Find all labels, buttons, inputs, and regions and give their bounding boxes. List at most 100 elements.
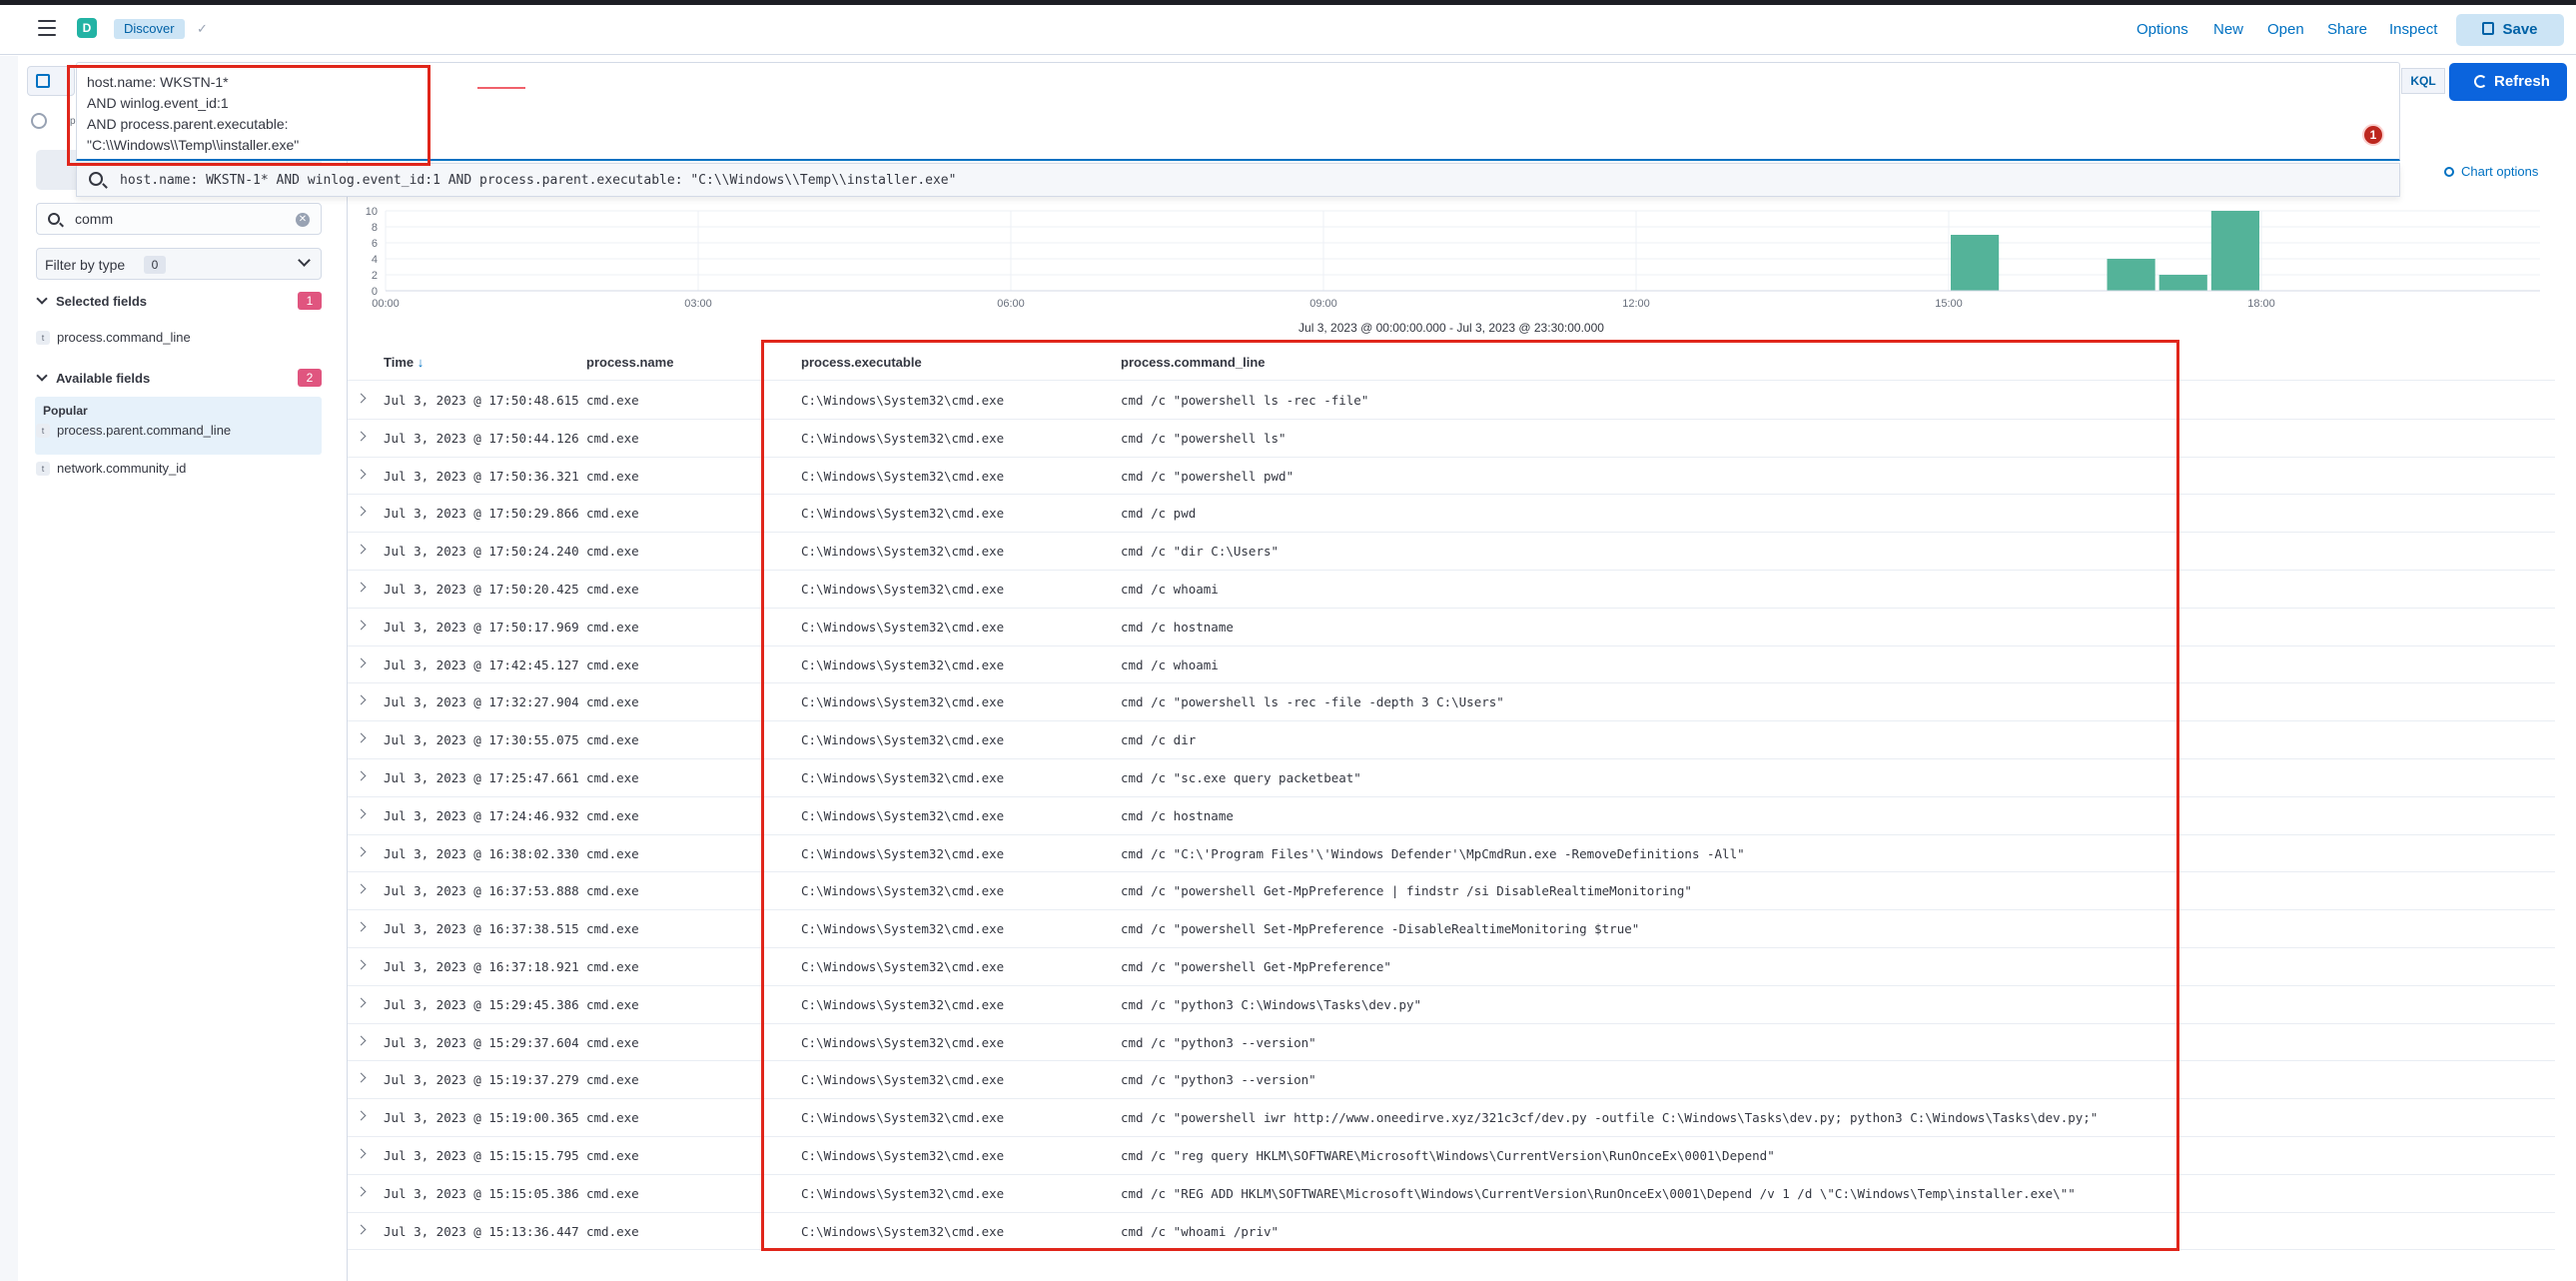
row-divider <box>348 720 2555 722</box>
expand-row-icon[interactable] <box>356 694 367 705</box>
cell-process-name: cmd.exe <box>586 1223 639 1239</box>
save-button[interactable]: Save <box>2456 14 2564 46</box>
selected-fields-header[interactable]: Selected fields <box>36 293 147 309</box>
x-tick-label: 06:00 <box>997 298 1025 310</box>
expand-row-icon[interactable] <box>356 959 367 970</box>
save-label: Save <box>2502 21 2538 38</box>
expand-row-icon[interactable] <box>356 1035 367 1046</box>
header-bar: D Discover ✓ Options New Open Share Insp… <box>0 5 2576 55</box>
expand-row-icon[interactable] <box>356 921 367 932</box>
cell-time: Jul 3, 2023 @ 16:37:53.888 <box>384 883 579 899</box>
cell-process-name: cmd.exe <box>586 582 639 597</box>
histogram-bar[interactable] <box>2210 211 2259 291</box>
query-input[interactable] <box>76 62 2400 161</box>
expand-row-icon[interactable] <box>356 997 367 1008</box>
cell-process-name: cmd.exe <box>586 921 639 937</box>
expand-row-icon[interactable] <box>356 1110 367 1121</box>
search-icon <box>89 172 103 186</box>
cell-process-name: cmd.exe <box>586 619 639 635</box>
expand-row-icon[interactable] <box>356 544 367 555</box>
cell-process-name: cmd.exe <box>586 996 639 1012</box>
cell-process-executable: C:\Windows\System32\cmd.exe <box>801 770 1005 785</box>
row-divider <box>348 1249 2555 1251</box>
expand-row-icon[interactable] <box>356 657 367 668</box>
expand-row-icon[interactable] <box>356 582 367 593</box>
field-item-process-command-line[interactable]: t process.command_line <box>36 330 191 345</box>
filter-count-badge: 0 <box>144 256 166 274</box>
cell-process-name: cmd.exe <box>586 694 639 710</box>
expand-row-icon[interactable] <box>356 469 367 480</box>
share-link[interactable]: Share <box>2327 21 2367 38</box>
sort-arrow-icon[interactable]: ↓ <box>418 355 425 370</box>
search-icon <box>48 213 60 225</box>
expand-row-icon[interactable] <box>356 1186 367 1197</box>
menu-icon[interactable] <box>38 20 56 36</box>
row-divider <box>348 795 2555 797</box>
row-divider <box>348 1211 2555 1213</box>
y-tick-label: 8 <box>372 222 378 234</box>
cell-command-line: cmd /c whoami <box>1121 582 1219 597</box>
cell-command-line: cmd /c "powershell pwd" <box>1121 468 1294 484</box>
expand-row-icon[interactable] <box>356 393 367 404</box>
cell-command-line: cmd /c "python3 --version" <box>1121 1034 1316 1050</box>
options-link[interactable]: Options <box>2137 21 2188 38</box>
new-link[interactable]: New <box>2213 21 2243 38</box>
chart-options-button[interactable]: Chart options <box>2444 164 2538 179</box>
expand-row-icon[interactable] <box>356 846 367 857</box>
cell-process-executable: C:\Windows\System32\cmd.exe <box>801 544 1005 560</box>
row-divider <box>348 682 2555 684</box>
row-divider <box>348 984 2555 986</box>
cell-time: Jul 3, 2023 @ 15:19:00.365 <box>384 1110 579 1126</box>
available-fields-header[interactable]: Available fields <box>36 370 150 386</box>
x-tick-label: 03:00 <box>684 298 712 310</box>
open-link[interactable]: Open <box>2267 21 2304 38</box>
row-divider <box>348 1098 2555 1100</box>
available-count-badge: 2 <box>298 369 322 387</box>
histogram-bar[interactable] <box>2158 275 2207 291</box>
row-divider <box>348 570 2555 571</box>
filter-icon[interactable] <box>31 113 47 129</box>
column-header-process-name[interactable]: process.name <box>586 355 673 373</box>
field-sidebar <box>18 140 348 1281</box>
cell-process-executable: C:\Windows\System32\cmd.exe <box>801 506 1005 522</box>
refresh-button[interactable]: Refresh <box>2449 63 2567 101</box>
expand-row-icon[interactable] <box>356 506 367 517</box>
column-header-time[interactable]: Time ↓ <box>384 355 424 373</box>
column-header-process-executable[interactable]: process.executable <box>801 355 922 373</box>
histogram-bar[interactable] <box>1951 235 2000 291</box>
histogram-bar[interactable] <box>2107 259 2155 291</box>
query-text[interactable]: host.name: WKSTN-1* AND winlog.event_id:… <box>87 72 299 156</box>
histogram-chart: 0 2 4 6 8 10 00:00 03:00 06:00 09:00 12:00 15:00 18… <box>366 206 2540 310</box>
error-count-badge[interactable]: 1 <box>2362 124 2384 146</box>
expand-row-icon[interactable] <box>356 808 367 819</box>
column-header-process-command-line[interactable]: process.command_line <box>1121 355 1266 373</box>
space-avatar[interactable]: D <box>77 18 97 38</box>
expand-row-icon[interactable] <box>356 1224 367 1235</box>
kql-language-toggle[interactable]: KQL <box>2401 68 2445 94</box>
clear-icon[interactable]: ✕ <box>296 213 310 227</box>
field-item-network-community-id[interactable]: t network.community_id <box>36 461 186 476</box>
field-item-process-parent-command-line[interactable]: t process.parent.command_line <box>36 423 231 438</box>
cell-process-name: cmd.exe <box>586 544 639 560</box>
expand-row-icon[interactable] <box>356 883 367 894</box>
expand-row-icon[interactable] <box>356 732 367 743</box>
inspect-link[interactable]: Inspect <box>2389 21 2437 38</box>
cell-process-name: cmd.exe <box>586 845 639 861</box>
field-search-input[interactable]: comm ✕ <box>36 203 322 235</box>
expand-row-icon[interactable] <box>356 431 367 442</box>
expand-row-icon[interactable] <box>356 770 367 781</box>
filter-by-type-button[interactable]: Filter by type 0 <box>36 248 322 280</box>
expand-row-icon[interactable] <box>356 620 367 631</box>
expand-row-icon[interactable] <box>356 1148 367 1159</box>
left-edge <box>0 56 18 1281</box>
column-header-label: Time <box>384 355 415 370</box>
query-suggestion[interactable]: host.name: WKSTN-1* AND winlog.event_id:… <box>76 163 2400 197</box>
query-line: AND winlog.event_id:1 <box>87 95 229 111</box>
breadcrumb-discover[interactable]: Discover <box>114 19 185 39</box>
cell-process-executable: C:\Windows\System32\cmd.exe <box>801 582 1005 597</box>
expand-row-icon[interactable] <box>356 1072 367 1083</box>
gear-icon <box>2444 167 2454 177</box>
cell-time: Jul 3, 2023 @ 17:50:44.126 <box>384 430 579 446</box>
cell-time: Jul 3, 2023 @ 16:37:38.515 <box>384 921 579 937</box>
saved-query-button[interactable] <box>27 66 75 96</box>
